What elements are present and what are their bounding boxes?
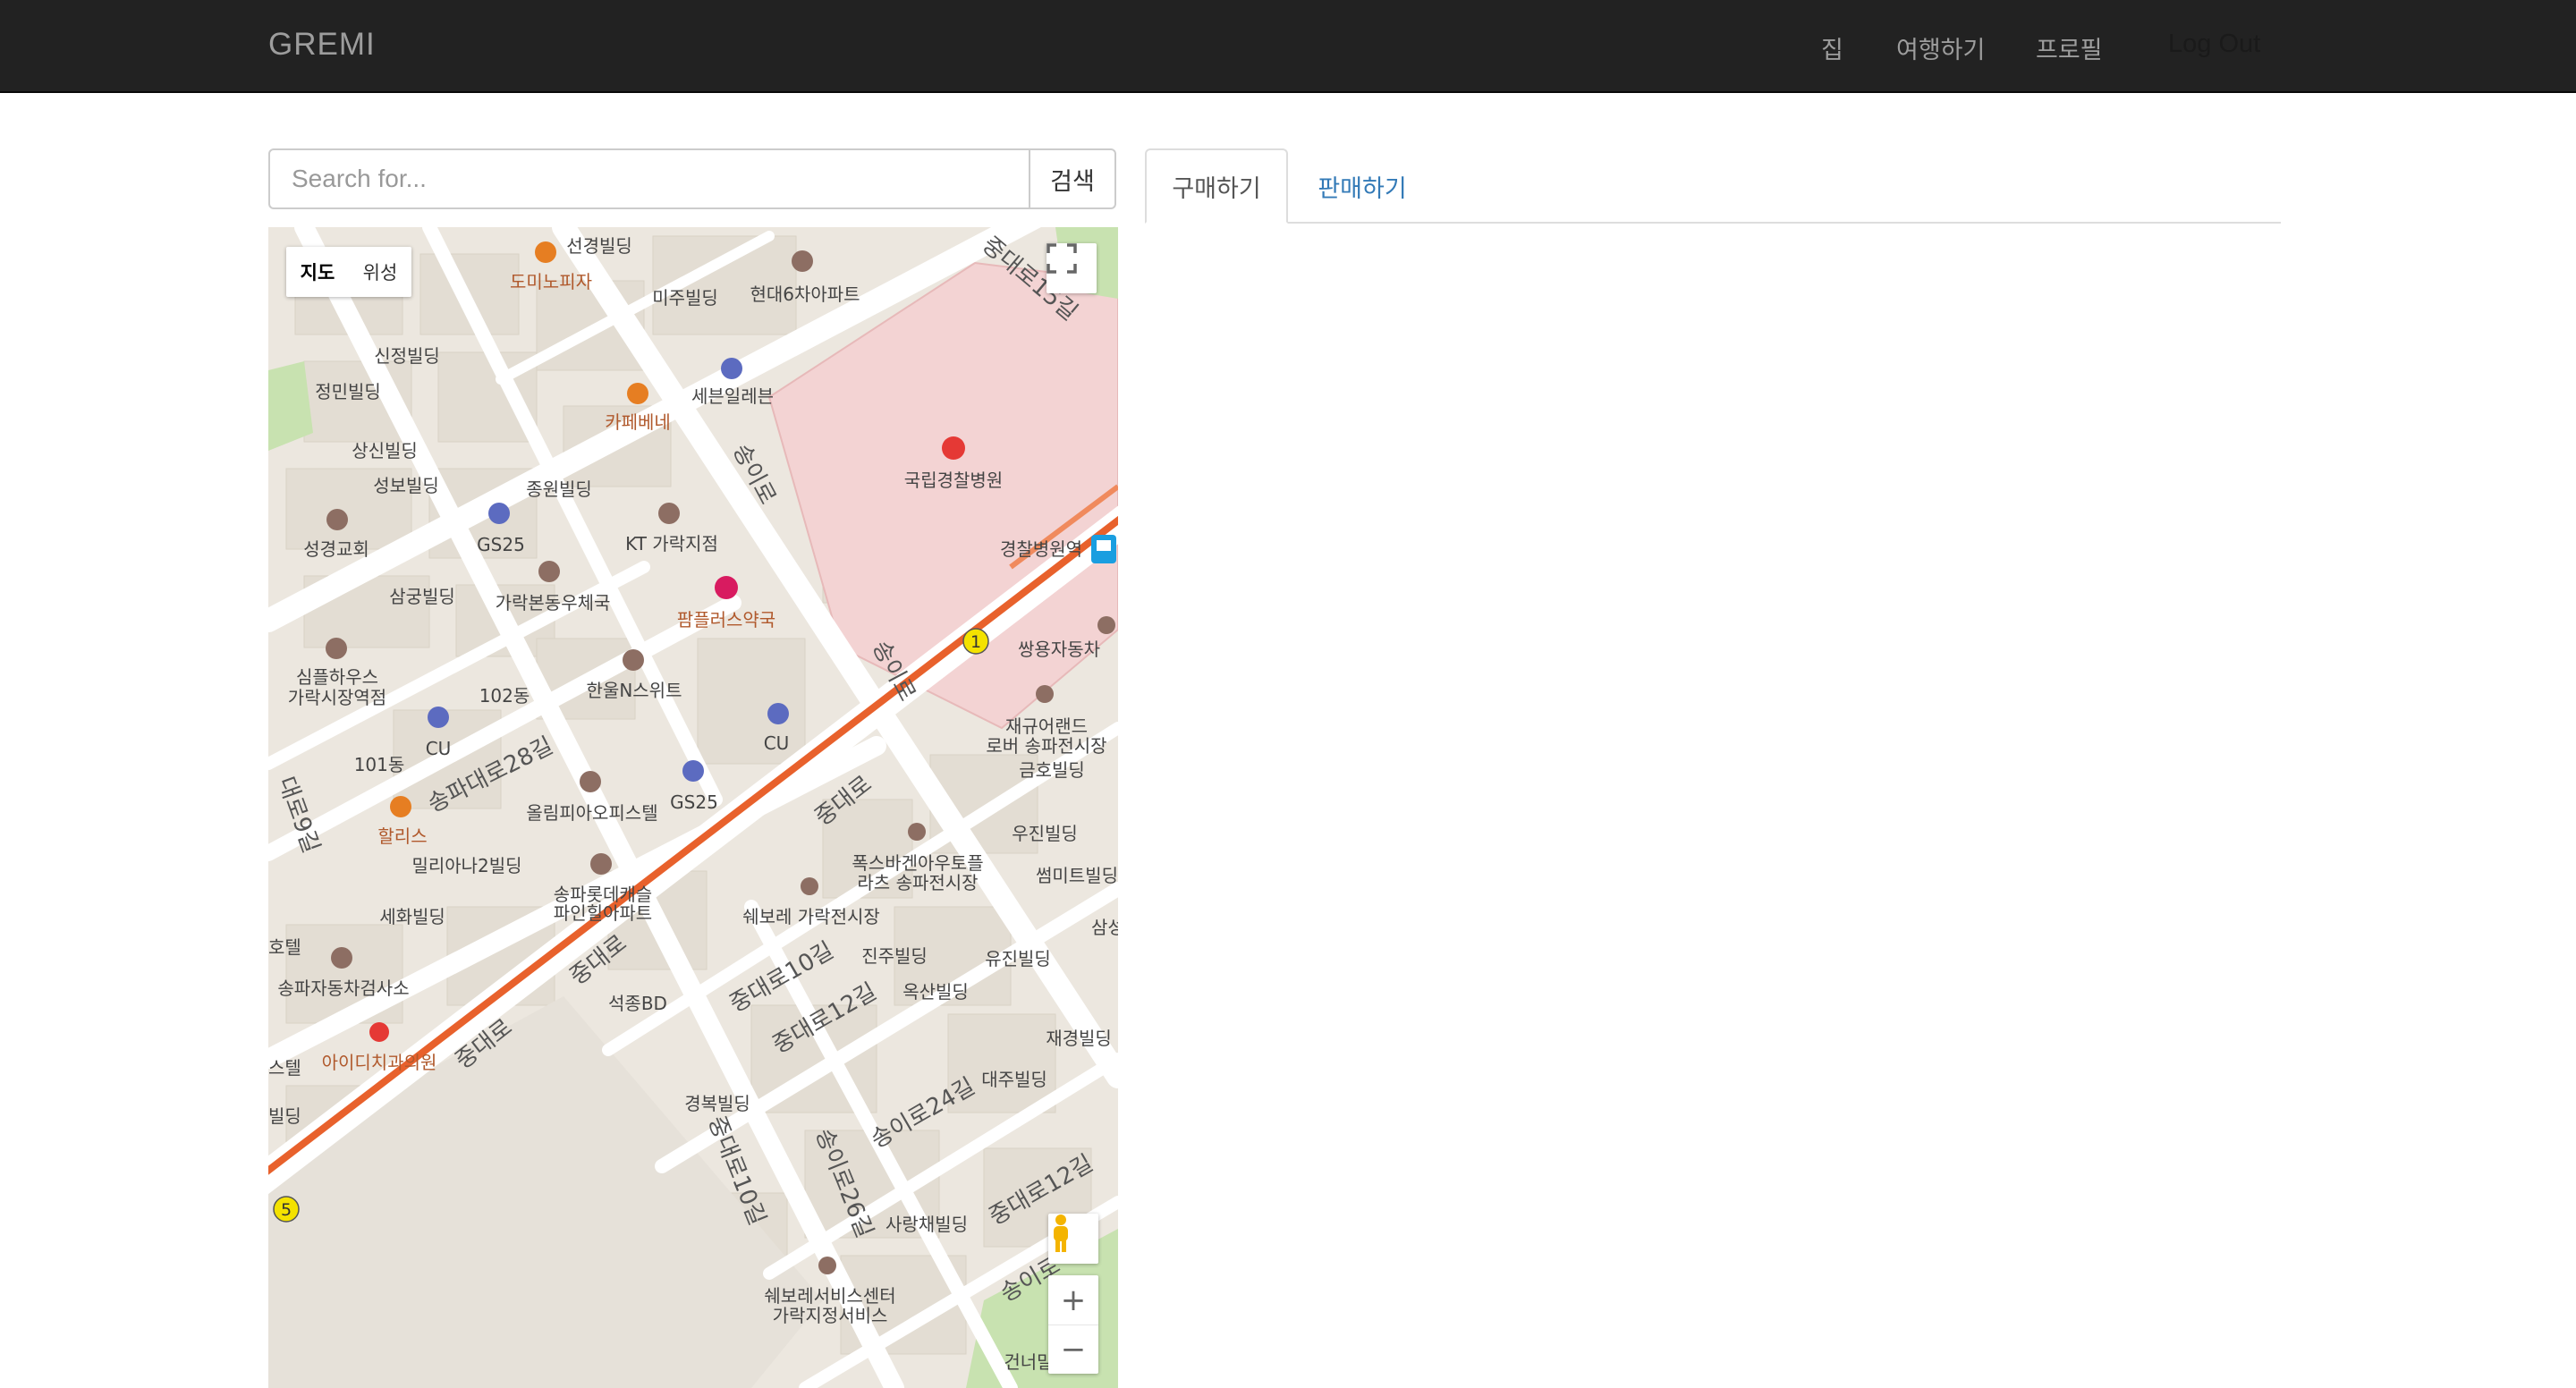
pegman-icon — [1054, 1214, 1068, 1252]
place-label: 옥산빌딩 — [902, 981, 969, 1003]
place-label: 102동 — [479, 685, 530, 707]
zoom-out-button[interactable]: − — [1048, 1325, 1098, 1374]
place-label: 삼성빌 — [1091, 917, 1118, 938]
map-canvas[interactable]: 1 5 선경빌딩 도미노피자 미주빌딩 현대6차아파트 신정빌딩 정민빌딩 세븐… — [268, 227, 1118, 1388]
place-label: 스텔 — [268, 1057, 301, 1079]
place-label: 아이디치과의원 — [322, 1052, 437, 1073]
place-label: 재규어랜드 — [1005, 715, 1088, 737]
place-label: 폭스바겐아우토플 — [852, 852, 983, 874]
map-type-map[interactable]: 지도 — [286, 247, 349, 297]
place-label: 우진빌딩 — [1012, 823, 1078, 844]
place-label: 세븐일레븐 — [691, 385, 774, 407]
place-label: 석종BD — [608, 993, 667, 1014]
place-label: 종원빌딩 — [526, 478, 592, 500]
place-label: 빌딩 — [268, 1105, 301, 1127]
place-label: 101동 — [354, 754, 405, 775]
place-label: 쉐보레 가락전시장 — [742, 906, 880, 927]
place-label: 할리스 — [377, 825, 427, 847]
place-label: 상신빌딩 — [352, 440, 418, 461]
place-label: 한울N스위트 — [587, 680, 682, 701]
search-button[interactable]: 검색 — [1029, 150, 1114, 207]
map-view[interactable]: 1 5 선경빌딩 도미노피자 미주빌딩 현대6차아파트 신정빌딩 정민빌딩 세븐… — [268, 227, 1118, 1388]
search-input[interactable] — [270, 150, 1029, 207]
tab-sell[interactable]: 판매하기 — [1295, 148, 1429, 224]
place-label: 밀리아나2빌딩 — [411, 855, 521, 876]
place-label: 심플하우스 — [296, 666, 378, 688]
place-label: 성경교회 — [303, 538, 369, 560]
place-label: 쉐보레서비스센터 — [764, 1285, 895, 1307]
zoom-control: + − — [1048, 1275, 1098, 1374]
place-label: GS25 — [670, 791, 718, 813]
place-label: 현대6차아파트 — [750, 284, 860, 305]
place-label: GS25 — [477, 534, 525, 555]
place-label: 대주빌딩 — [981, 1069, 1047, 1090]
nav-home[interactable]: 집 — [1821, 30, 1843, 65]
place-label: 도미노피자 — [510, 271, 592, 292]
place-label: 진주빌딩 — [861, 945, 928, 967]
brand-logo[interactable]: GREMI — [268, 27, 376, 63]
place-label: 삼궁빌딩 — [389, 586, 455, 607]
place-label: 유진빌딩 — [985, 948, 1051, 969]
top-navbar: GREMI 집 여행하기 프로필 Log Out — [0, 0, 2576, 93]
place-label: 가락지정서비스 — [773, 1305, 888, 1326]
place-label: 금호빌딩 — [1019, 759, 1085, 781]
place-label: 송파자동차검사소 — [277, 978, 409, 999]
fullscreen-icon — [1046, 243, 1077, 274]
place-label: 쌍용자동차 — [1018, 639, 1100, 660]
place-label: 성보빌딩 — [373, 475, 439, 496]
place-label: 팜플러스약국 — [677, 609, 775, 631]
svg-text:5: 5 — [281, 1200, 292, 1220]
place-label: 신정빌딩 — [374, 345, 440, 367]
place-label: 가락본동우체국 — [496, 592, 611, 614]
map-type-satellite[interactable]: 위성 — [349, 247, 411, 297]
nav-logout[interactable]: Log Out — [2168, 30, 2260, 59]
nav-travel[interactable]: 여행하기 — [1896, 30, 1985, 65]
place-label: 세화빌딩 — [379, 906, 445, 927]
place-label: 건너말 — [1004, 1351, 1053, 1373]
place-label: 정민빌딩 — [315, 381, 381, 402]
place-label: CU — [426, 738, 452, 759]
place-label: 올림피아오피스텔 — [526, 802, 657, 824]
svg-text:1: 1 — [970, 632, 981, 652]
fullscreen-button[interactable] — [1046, 243, 1097, 293]
place-label: 경복빌딩 — [684, 1093, 750, 1114]
place-label: 경찰병원역 — [1000, 538, 1082, 560]
place-label: 재경빌딩 — [1046, 1028, 1112, 1049]
map-type-control: 지도 위성 — [286, 247, 411, 297]
place-label: 라츠 송파전시장 — [857, 872, 978, 893]
place-label: 로버 송파전시장 — [986, 735, 1106, 757]
place-label: 카페베네 — [605, 411, 671, 433]
place-label: 사랑채빌딩 — [886, 1214, 968, 1235]
place-label: 국립경찰병원 — [904, 470, 1003, 491]
place-label: 썸미트빌딩 — [1036, 865, 1118, 886]
place-label: 호텔 — [268, 936, 301, 958]
place-label: 미주빌딩 — [652, 287, 718, 309]
place-label: 가락시장역점 — [288, 687, 386, 708]
place-label: 파인힐아파트 — [554, 902, 652, 924]
place-label: KT 가락지점 — [625, 533, 718, 554]
nav-profile[interactable]: 프로필 — [2036, 30, 2103, 65]
street-view-pegman[interactable] — [1048, 1214, 1098, 1264]
place-label: 선경빌딩 — [566, 235, 632, 257]
search-group: 검색 — [268, 148, 1116, 209]
tab-buy[interactable]: 구매하기 — [1145, 148, 1288, 224]
zoom-in-button[interactable]: + — [1048, 1276, 1098, 1325]
place-label: CU — [764, 732, 790, 754]
